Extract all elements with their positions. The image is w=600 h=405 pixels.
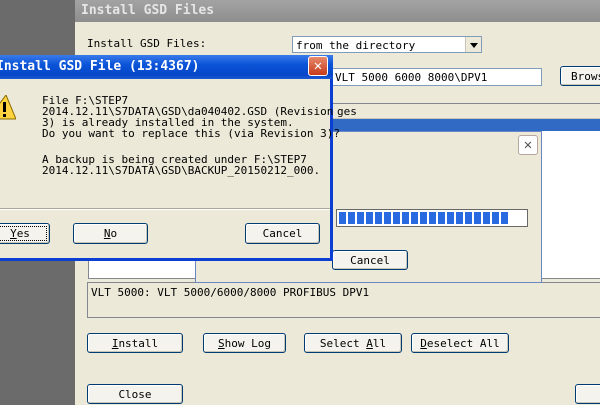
confirm-message: File F:\STEP7 2014.12.11\S7DATA\GSD\da04… <box>42 94 341 140</box>
progress-close-icon[interactable]: ✕ <box>518 135 538 155</box>
confirm-title: Install GSD File (13:4367) <box>0 59 200 74</box>
progress-block <box>420 212 427 224</box>
show-log-button[interactable]: Show Log <box>203 333 286 353</box>
progress-block <box>438 212 445 224</box>
cancel-button[interactable]: Cancel <box>245 223 320 244</box>
progress-block <box>465 212 472 224</box>
progress-block <box>357 212 364 224</box>
select-all-button[interactable]: Select All <box>304 333 402 353</box>
yes-button[interactable]: Yes <box>0 223 50 244</box>
progress-block <box>402 212 409 224</box>
install-button[interactable]: Install <box>87 333 183 353</box>
progress-block <box>447 212 454 224</box>
source-select[interactable]: from the directory <box>292 36 482 53</box>
main-title: Install GSD Files <box>81 3 215 18</box>
progress-block <box>456 212 463 224</box>
browse-button[interactable]: Brows <box>560 66 600 86</box>
progress-block <box>501 212 508 224</box>
path-field-value: VLT 5000 6000 8000\DPV1 <box>335 71 488 84</box>
progress-block <box>366 212 373 224</box>
close-button[interactable]: Close <box>87 384 183 404</box>
no-button[interactable]: No <box>73 223 148 244</box>
main-title-bar: Install GSD Files <box>75 0 600 22</box>
progress-block <box>492 212 499 224</box>
help-button-partial[interactable] <box>575 384 600 404</box>
progress-bar <box>336 209 528 227</box>
progress-block <box>411 212 418 224</box>
progress-block <box>474 212 481 224</box>
warning-icon <box>0 95 16 120</box>
description-box: VLT 5000: VLT 5000/6000/8000 PROFIBUS DP… <box>87 282 600 318</box>
progress-block <box>375 212 382 224</box>
progress-bar-fill <box>339 212 525 224</box>
confirm-title-bar: Install GSD File (13:4367) ✕ <box>0 55 333 79</box>
progress-block <box>393 212 400 224</box>
progress-block <box>384 212 391 224</box>
confirm-backup-message: A backup is being created under F:\STEP7… <box>42 153 321 177</box>
progress-block <box>339 212 346 224</box>
progress-block <box>483 212 490 224</box>
progress-cancel-button[interactable]: Cancel <box>332 250 408 270</box>
chevron-down-icon[interactable] <box>465 37 481 52</box>
description-text: VLT 5000: VLT 5000/6000/8000 PROFIBUS DP… <box>91 286 370 299</box>
confirm-separator <box>0 208 330 210</box>
confirm-body: File F:\STEP7 2014.12.11\S7DATA\GSD\da04… <box>0 79 340 258</box>
install-label: Install GSD Files: <box>87 37 207 50</box>
progress-block <box>348 212 355 224</box>
confirm-dialog: Install GSD File (13:4367) ✕ File F:\STE… <box>0 55 340 261</box>
confirm-close-icon[interactable]: ✕ <box>308 56 328 76</box>
deselect-all-button[interactable]: Deselect All <box>411 333 509 353</box>
source-select-value: from the directory <box>296 39 416 52</box>
progress-block <box>429 212 436 224</box>
